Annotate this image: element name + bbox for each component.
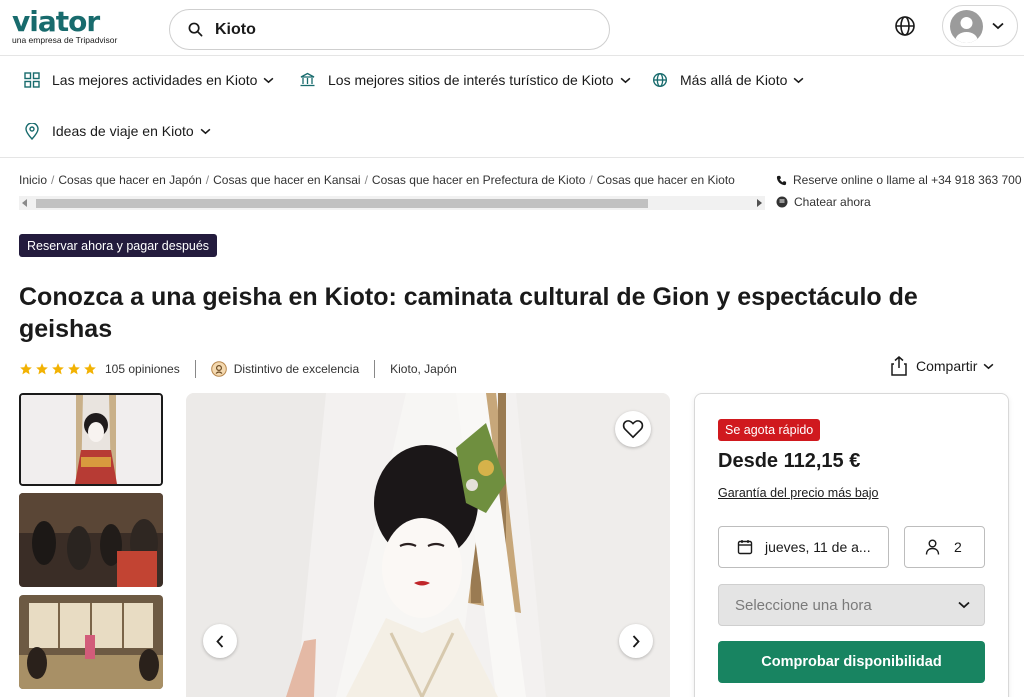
phone-text: Reserve online o llame al (793, 173, 928, 187)
divider (374, 360, 376, 378)
nav-label: Ideas de viaje en Kioto (52, 123, 194, 139)
search-input[interactable]: Kioto (215, 21, 256, 39)
star-icon (36, 363, 48, 375)
chevron-right-icon (632, 634, 640, 648)
time-placeholder: Seleccione una hora (735, 596, 872, 614)
avatar-icon (950, 9, 983, 43)
chevron-down-icon (958, 601, 970, 609)
scroll-left-icon[interactable] (22, 199, 28, 207)
scroll-right-icon[interactable] (756, 199, 762, 207)
globe-icon[interactable] (893, 14, 917, 38)
book-now-pay-later-badge: Reservar ahora y pagar después (19, 234, 218, 257)
geisha-photo-thumbnail (21, 395, 161, 484)
chevron-down-icon (620, 77, 630, 83)
main-gallery-image[interactable] (186, 393, 670, 697)
breadcrumb-link[interactable]: Cosas que hacer en Prefectura de Kioto (372, 173, 585, 187)
nav-item-ideas[interactable]: Ideas de viaje en Kioto (24, 121, 211, 141)
grid-icon (24, 72, 40, 88)
gallery-thumbnail[interactable] (19, 595, 163, 689)
review-count[interactable]: 105 opiniones (105, 362, 180, 376)
divider (194, 360, 196, 378)
gallery-thumbnail[interactable] (19, 493, 163, 587)
chat-icon (776, 196, 788, 208)
geisha-photo (186, 393, 670, 697)
person-icon (925, 539, 940, 555)
breadcrumb-link[interactable]: Cosas que hacer en Kansai (213, 173, 360, 187)
logo-wordmark: viator (12, 5, 100, 38)
breadcrumb-link[interactable]: Cosas que hacer en Kioto (597, 173, 735, 187)
nav-divider (0, 157, 1024, 158)
chevron-down-icon (794, 77, 804, 83)
gallery-thumbnail-selected[interactable] (19, 393, 163, 486)
location-link[interactable]: Kioto, Japón (390, 362, 457, 376)
phone-icon (776, 175, 787, 185)
share-label: Compartir (916, 358, 978, 374)
page-title: Conozca a una geisha en Kioto: caminata … (19, 283, 918, 343)
search-icon (188, 22, 203, 37)
check-availability-button[interactable]: Comprobar disponibilidad (718, 641, 985, 683)
chevron-down-icon (984, 363, 994, 369)
chevron-down-icon (992, 22, 1004, 30)
nav-label: Más allá de Kioto (680, 72, 788, 88)
viator-logo[interactable]: viator una empresa de Tripadvisor (12, 5, 118, 46)
star-rating[interactable] (19, 362, 97, 376)
logo-tagline: una empresa de Tripadvisor (12, 35, 118, 45)
wishlist-button[interactable] (615, 411, 651, 447)
chat-link[interactable]: Chatear ahora (776, 195, 871, 209)
breadcrumb-link[interactable]: Inicio (19, 173, 47, 187)
nav-item-beyond[interactable]: Más allá de Kioto (652, 70, 804, 90)
breadcrumb-link[interactable]: Cosas que hacer en Japón (58, 173, 201, 187)
landmark-icon (300, 72, 315, 87)
calendar-icon (737, 540, 753, 555)
breadcrumb: Inicio / Cosas que hacer en Japón / Cosas qu… (19, 173, 735, 187)
gallery-previous-button[interactable] (203, 624, 237, 658)
date-picker[interactable]: jueves, 11 de a... (718, 526, 889, 568)
travelers-value: 2 (954, 539, 962, 555)
share-button[interactable]: Compartir (890, 356, 994, 376)
header-divider (0, 55, 1024, 56)
tatami-room-photo-thumbnail (19, 595, 163, 689)
search-bar[interactable]: Kioto (169, 9, 610, 50)
gallery-next-button[interactable] (619, 624, 653, 658)
date-value: jueves, 11 de a... (765, 539, 871, 555)
product-meta: 105 opiniones Distintivo de excelencia K… (19, 358, 457, 380)
star-icon (84, 363, 96, 375)
selling-out-badge: Se agota rápido (718, 419, 821, 441)
star-icon (68, 363, 80, 375)
chat-label: Chatear ahora (794, 195, 871, 209)
globe-icon (653, 73, 667, 87)
star-icon (20, 363, 32, 375)
heart-icon (622, 420, 644, 439)
location-pin-icon (25, 122, 39, 140)
nav-item-activities[interactable]: Las mejores actividades en Kioto (24, 70, 274, 90)
phone-number[interactable]: +34 918 363 700 (931, 173, 1021, 187)
nav-label: Los mejores sitios de interés turístico … (328, 72, 614, 88)
nav-item-attractions[interactable]: Los mejores sitios de interés turístico … (299, 70, 631, 90)
chevron-down-icon (200, 128, 211, 134)
time-select[interactable]: Seleccione una hora (718, 584, 985, 626)
phone-contact: Reserve online o llame al +34 918 363 70… (776, 173, 1022, 187)
lowest-price-guarantee-link[interactable]: Garantía del precio más bajo (718, 486, 879, 500)
chevron-down-icon (264, 77, 274, 83)
travelers-picker[interactable]: 2 (904, 526, 985, 568)
share-icon (891, 356, 907, 376)
excellence-label: Distintivo de excelencia (233, 362, 360, 376)
scrollbar-thumb[interactable] (36, 199, 648, 208)
profile-menu-button[interactable] (942, 5, 1018, 47)
performance-photo-thumbnail (19, 493, 163, 587)
badge-of-excellence-icon (210, 361, 227, 377)
star-icon (52, 363, 64, 375)
price-label: Desde 112,15 € (718, 450, 861, 472)
chevron-left-icon (216, 634, 224, 648)
nav-label: Las mejores actividades en Kioto (52, 72, 258, 88)
